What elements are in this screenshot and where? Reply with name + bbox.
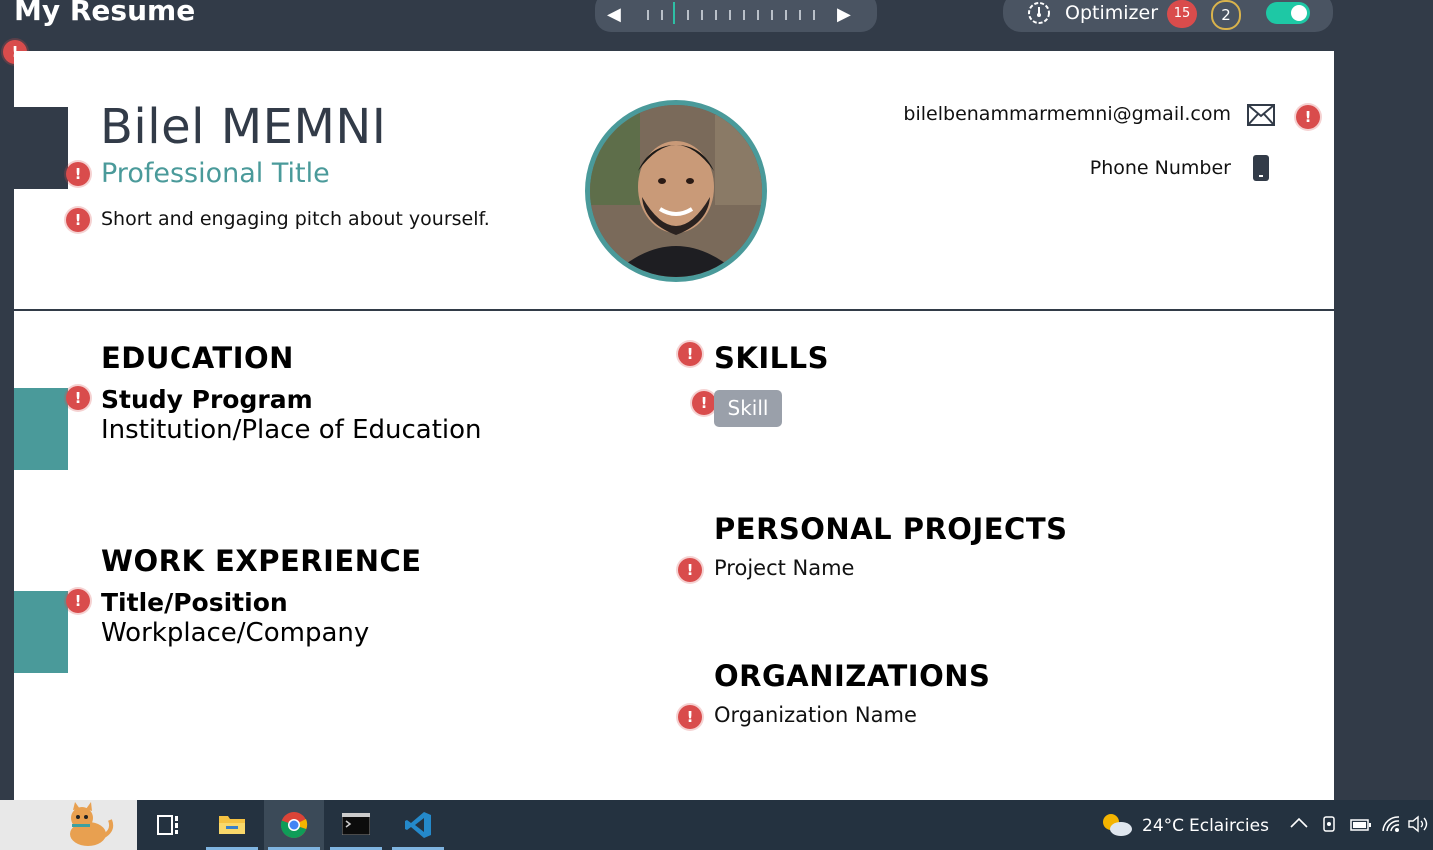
warning-icon[interactable]: ! (678, 705, 702, 729)
battery-icon[interactable] (1350, 819, 1372, 831)
wifi-icon[interactable] (1381, 815, 1401, 833)
pager-tick (799, 10, 801, 20)
pager-tick-active (673, 2, 675, 24)
phone-icon (1253, 155, 1269, 181)
vscode-button[interactable] (388, 800, 448, 850)
warning-count-badge[interactable]: 2 (1211, 0, 1241, 30)
skills-title: SKILLS (714, 341, 829, 375)
work-accent-bar (14, 591, 68, 673)
work-experience-title: WORK EXPERIENCE (101, 544, 422, 578)
mail-icon (1247, 104, 1275, 126)
organization-name[interactable]: Organization Name (714, 703, 917, 727)
phone-text[interactable]: Phone Number (1090, 157, 1231, 179)
cat-app-icon[interactable] (58, 802, 116, 848)
gauge-icon (1028, 2, 1050, 24)
windows-taskbar: 24°C Eclaircies (0, 800, 1433, 850)
profile-photo-image (590, 105, 762, 277)
pager-tick (687, 10, 689, 20)
pager-slider[interactable] (645, 2, 823, 24)
warning-icon[interactable]: ! (66, 386, 90, 410)
pager-tick (743, 10, 745, 20)
project-name[interactable]: Project Name (714, 556, 854, 580)
email-text[interactable]: bilelbenammarmemni@gmail.com (903, 103, 1231, 125)
warning-icon[interactable]: ! (692, 391, 716, 415)
task-view-icon (157, 815, 178, 835)
error-count-badge[interactable]: 15 (1167, 0, 1197, 28)
top-bar: My Resume ◀ ▶ Optimizer 15 2 (0, 0, 1433, 51)
skill-chip[interactable]: Skill (714, 390, 782, 427)
chrome-icon (280, 812, 308, 839)
template-pager: ◀ ▶ (595, 0, 877, 32)
resume-name[interactable]: Bilel MEMNI (100, 99, 386, 155)
education-title: EDUCATION (101, 341, 294, 375)
taskbar-start-area[interactable] (0, 800, 137, 850)
institution[interactable]: Institution/Place of Education (101, 415, 482, 445)
header-accent-bar (14, 107, 68, 189)
device-icon[interactable] (1321, 816, 1337, 834)
work-position[interactable]: Title/Position (101, 588, 288, 617)
terminal-icon (342, 813, 370, 835)
pager-tick (757, 10, 759, 20)
warning-icon[interactable]: ! (678, 342, 702, 366)
warning-icon[interactable]: ! (66, 589, 90, 613)
vscode-icon (405, 812, 431, 838)
weather-description[interactable]: Eclaircies (1189, 816, 1269, 836)
resume-sheet: Bilel MEMNI ! Professional Title ! Short… (14, 51, 1334, 800)
pager-tick (661, 10, 663, 20)
profile-photo[interactable] (585, 100, 767, 282)
chevron-up-icon[interactable] (1290, 817, 1308, 829)
optimizer-label[interactable]: Optimizer (1065, 2, 1158, 24)
warning-icon[interactable]: ! (66, 208, 90, 232)
volume-icon[interactable] (1408, 815, 1430, 833)
pitch-text[interactable]: Short and engaging pitch about yourself. (101, 208, 490, 230)
education-accent-bar (14, 388, 68, 470)
pager-tick (813, 10, 815, 20)
weather-temperature[interactable]: 24°C (1142, 816, 1184, 836)
app-title: My Resume (14, 0, 196, 27)
pager-tick (771, 10, 773, 20)
chrome-button[interactable] (264, 800, 324, 850)
professional-title[interactable]: Professional Title (101, 158, 330, 189)
study-program[interactable]: Study Program (101, 385, 313, 414)
optimizer-bar: Optimizer 15 2 (1003, 0, 1333, 32)
work-company[interactable]: Workplace/Company (101, 618, 369, 648)
pager-prev-button[interactable]: ◀ (607, 4, 621, 25)
file-explorer-icon (219, 816, 245, 834)
warning-icon[interactable]: ! (1296, 105, 1320, 129)
organizations-title: ORGANIZATIONS (714, 659, 991, 693)
pager-tick (701, 10, 703, 20)
warning-icon[interactable]: ! (678, 558, 702, 582)
weather-icon[interactable] (1101, 810, 1133, 838)
warning-icon[interactable]: ! (66, 162, 90, 186)
file-explorer-button[interactable] (202, 800, 262, 850)
personal-projects-title: PERSONAL PROJECTS (714, 512, 1068, 546)
pager-tick (785, 10, 787, 20)
toggle-knob (1291, 5, 1307, 21)
pager-tick (729, 10, 731, 20)
task-view-button[interactable] (138, 800, 198, 850)
optimizer-toggle[interactable] (1266, 2, 1310, 24)
terminal-button[interactable] (326, 800, 386, 850)
header-divider (14, 309, 1334, 311)
pager-tick (715, 10, 717, 20)
pager-tick (647, 10, 649, 20)
pager-next-button[interactable]: ▶ (837, 4, 851, 25)
